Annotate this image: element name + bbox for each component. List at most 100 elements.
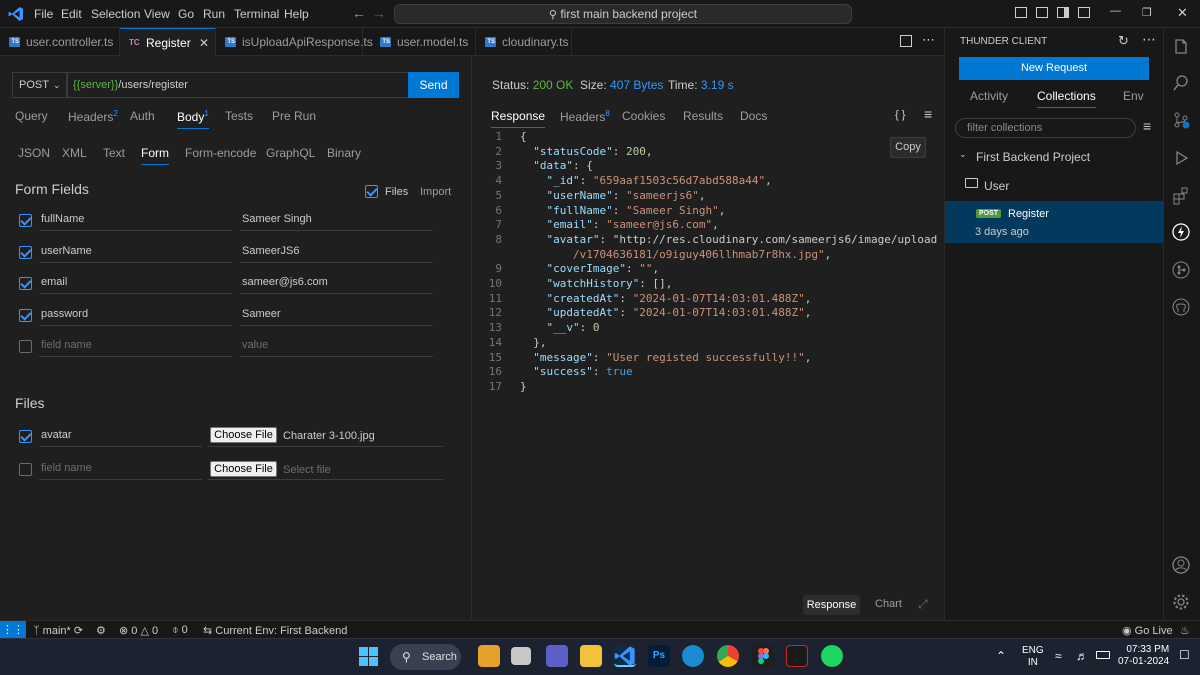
- ports-indicator[interactable]: ⌽ 0: [172, 624, 188, 637]
- split-editor-icon[interactable]: [900, 35, 912, 47]
- photoshop-icon[interactable]: Ps: [648, 645, 670, 667]
- more-actions-icon[interactable]: ⋯: [922, 32, 935, 48]
- menu-icon[interactable]: ≡: [924, 106, 932, 122]
- problems-indicator[interactable]: ⊗ 0 △ 0: [119, 624, 158, 637]
- tab-isuploadapiresponse[interactable]: TS isUploadApiResponse.ts: [216, 28, 373, 56]
- field-name-input[interactable]: fullName: [39, 208, 232, 231]
- body-tab-binary[interactable]: Binary: [327, 146, 361, 160]
- field-checkbox[interactable]: [19, 214, 32, 227]
- import-button[interactable]: Import: [420, 186, 451, 198]
- explorer-icon[interactable]: [1172, 38, 1190, 56]
- field-name-input[interactable]: userName: [39, 240, 232, 263]
- body-tab-form[interactable]: Form: [141, 146, 169, 165]
- folder-name[interactable]: User: [984, 179, 1009, 193]
- field-checkbox[interactable]: [19, 309, 32, 322]
- response-tab-headers[interactable]: Headers8: [560, 109, 610, 124]
- view-response-button[interactable]: Response: [803, 595, 860, 615]
- chevron-down-icon[interactable]: ⌄: [959, 149, 967, 160]
- file-checkbox[interactable]: [19, 430, 32, 443]
- task-view-icon[interactable]: [511, 647, 531, 665]
- chevron-up-icon[interactable]: ⌃: [996, 649, 1006, 663]
- toggle-panel-icon[interactable]: [1036, 7, 1048, 18]
- language-indicator[interactable]: ENG IN: [1022, 645, 1044, 669]
- body-tab-xml[interactable]: XML: [62, 146, 87, 160]
- choose-file-button[interactable]: Choose File: [210, 461, 277, 477]
- new-file-field-name-input[interactable]: field name: [39, 457, 202, 480]
- account-icon[interactable]: [1172, 556, 1190, 574]
- clock[interactable]: 07:33 PM 07-01-2024: [1118, 644, 1169, 668]
- body-tab-graphql[interactable]: GraphQL: [266, 146, 315, 160]
- settings-gear-icon[interactable]: [1172, 593, 1190, 611]
- field-value-input[interactable]: Sameer Singh: [240, 208, 433, 231]
- command-center[interactable]: ⚲ first main backend project: [394, 4, 852, 24]
- tools-icon[interactable]: ⚙: [96, 624, 106, 637]
- close-window-icon[interactable]: ✕: [1177, 5, 1188, 21]
- vscode-taskbar-icon[interactable]: [614, 645, 636, 667]
- windows-start-icon[interactable]: [359, 647, 378, 666]
- panel-divider[interactable]: [471, 56, 472, 620]
- tab-headers[interactable]: Headers2: [68, 109, 118, 124]
- wifi-icon[interactable]: ≈: [1055, 649, 1062, 663]
- field-checkbox[interactable]: [19, 277, 32, 290]
- send-button[interactable]: Send: [408, 72, 459, 98]
- files-checkbox[interactable]: [365, 185, 378, 198]
- extensions-icon[interactable]: [1172, 187, 1190, 205]
- expand-icon[interactable]: ⤢: [918, 597, 928, 612]
- field-checkbox[interactable]: [19, 340, 32, 353]
- taskbar-search[interactable]: ⚲ Search: [390, 644, 461, 670]
- new-field-value-input[interactable]: value: [240, 334, 433, 357]
- menu-help[interactable]: Help: [284, 7, 309, 21]
- tab-user-model[interactable]: TS user.model.ts: [371, 28, 476, 56]
- github-icon[interactable]: [1172, 298, 1190, 316]
- response-tab-cookies[interactable]: Cookies: [622, 109, 665, 123]
- figma-icon[interactable]: [752, 645, 774, 667]
- file-field-name-input[interactable]: avatar: [39, 424, 202, 447]
- widgets-icon[interactable]: [478, 645, 500, 667]
- file-explorer-icon[interactable]: [580, 645, 602, 667]
- view-chart-button[interactable]: Chart: [875, 598, 902, 610]
- braces-icon[interactable]: { }: [895, 109, 905, 121]
- git-graph-icon[interactable]: [1172, 261, 1190, 279]
- tab-env[interactable]: Env: [1123, 89, 1144, 103]
- menu-run[interactable]: Run: [203, 7, 225, 21]
- file-checkbox[interactable]: [19, 463, 32, 476]
- body-tab-form-encode[interactable]: Form-encode: [185, 146, 256, 160]
- field-value-input[interactable]: SameerJS6: [240, 240, 433, 263]
- new-request-button[interactable]: New Request: [959, 57, 1149, 80]
- menu-edit[interactable]: Edit: [61, 7, 82, 21]
- tab-user-controller[interactable]: TS user.controller.ts: [0, 28, 120, 56]
- spotify-icon[interactable]: [821, 645, 843, 667]
- tab-activity[interactable]: Activity: [970, 89, 1008, 103]
- response-tab-response[interactable]: Response: [491, 109, 546, 128]
- filter-collections-input[interactable]: filter collections: [955, 118, 1136, 138]
- back-arrow-icon[interactable]: ←: [352, 5, 366, 21]
- menu-go[interactable]: Go: [178, 7, 194, 21]
- forward-arrow-icon[interactable]: →: [372, 5, 386, 21]
- body-tab-text[interactable]: Text: [103, 146, 125, 160]
- tab-register[interactable]: TC Register ✕: [120, 28, 216, 56]
- close-tab-icon[interactable]: ✕: [199, 29, 209, 57]
- response-tab-results[interactable]: Results: [683, 109, 723, 123]
- field-value-input[interactable]: sameer@js6.com: [240, 271, 433, 294]
- toggle-secondary-sidebar-icon[interactable]: [1057, 7, 1069, 18]
- go-live-button[interactable]: ◉ Go Live: [1122, 624, 1173, 637]
- tab-query[interactable]: Query: [15, 109, 48, 123]
- tab-auth[interactable]: Auth: [130, 109, 155, 123]
- notification-icon[interactable]: ☐: [1179, 648, 1190, 662]
- refresh-icon[interactable]: ↻: [1118, 33, 1129, 49]
- toggle-primary-sidebar-icon[interactable]: [1015, 7, 1027, 18]
- customize-layout-icon[interactable]: [1078, 7, 1090, 18]
- run-debug-icon[interactable]: [1172, 149, 1190, 167]
- collection-name[interactable]: First Backend Project: [976, 150, 1090, 164]
- tab-collections[interactable]: Collections: [1037, 89, 1096, 108]
- env-indicator[interactable]: ⇆ Current Env: First Backend: [203, 624, 347, 637]
- body-tab-json[interactable]: JSON: [18, 146, 50, 160]
- edge-icon[interactable]: [682, 645, 704, 667]
- tab-body[interactable]: Body1: [177, 109, 209, 129]
- tab-pre-run[interactable]: Pre Run: [272, 109, 316, 123]
- remote-icon[interactable]: ⋮⋮: [0, 621, 26, 639]
- field-name-input[interactable]: email: [39, 271, 232, 294]
- field-name-input[interactable]: password: [39, 303, 232, 326]
- branch-indicator[interactable]: ᛉ main* ⟳: [33, 624, 83, 637]
- response-tab-docs[interactable]: Docs: [740, 109, 767, 123]
